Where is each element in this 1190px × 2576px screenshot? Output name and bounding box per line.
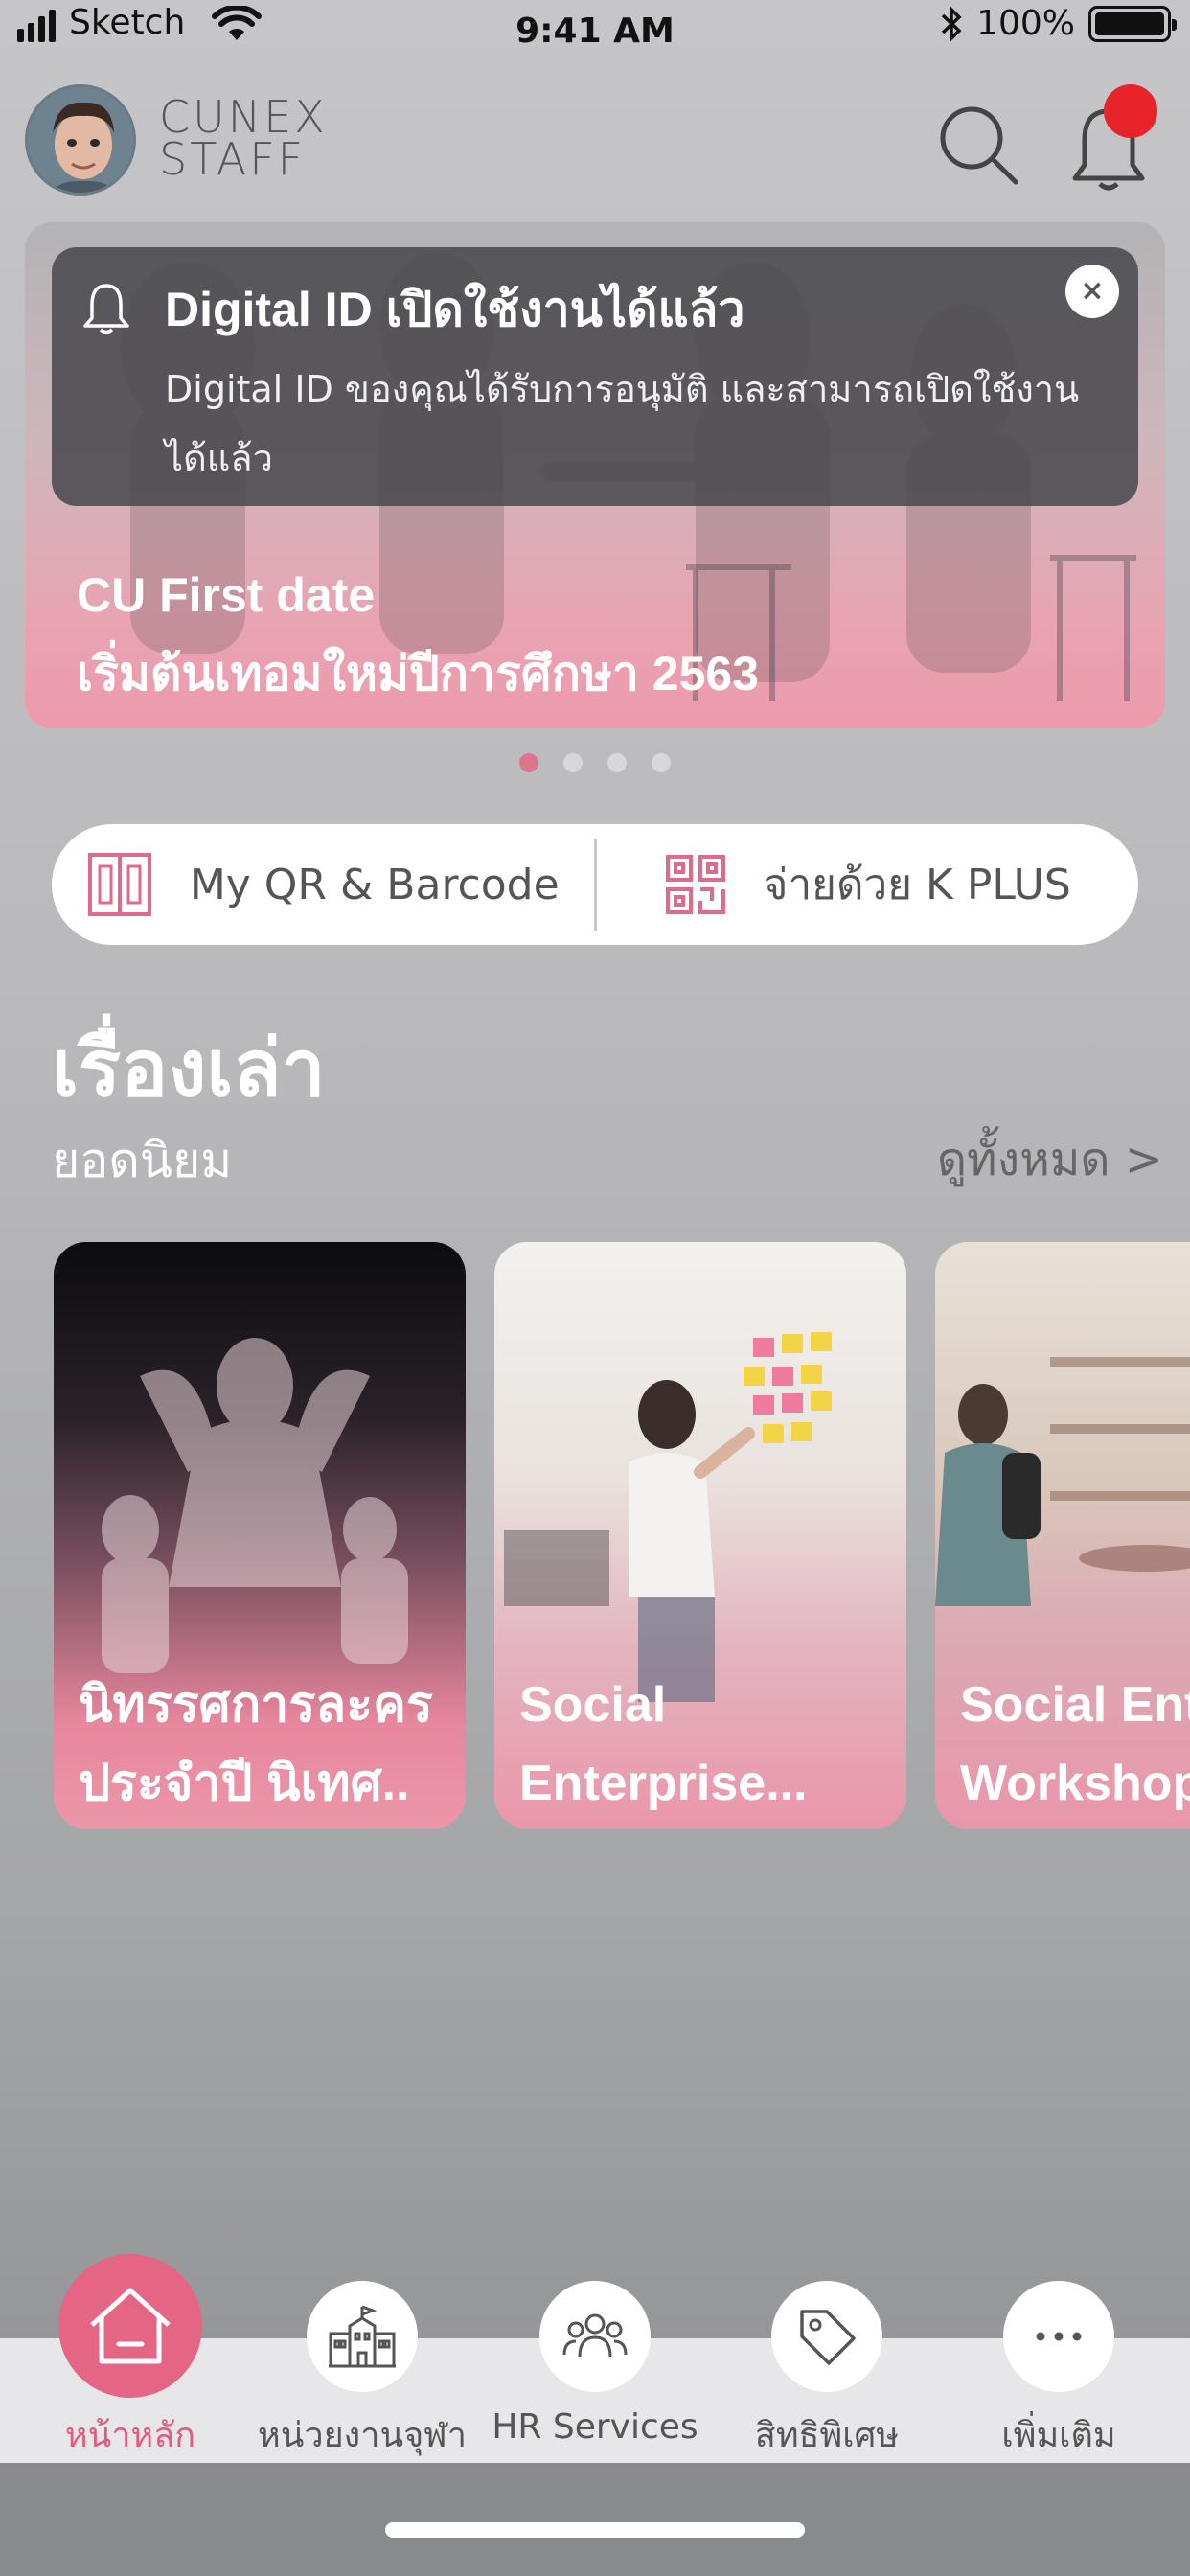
tab-privileges-circle [771, 2281, 882, 2392]
tab-departments-label: หน่วยงานจุฬา [258, 2416, 467, 2455]
story-card[interactable]: Social Enterprise... [494, 1242, 906, 1828]
tab-more-circle [1003, 2281, 1114, 2392]
story-title: นิทรรศการละคร ประจำปี นิเทศ.. [79, 1677, 433, 1811]
banner-title: CU First date เริ่มต้นเทอมใหม่ปีการศึกษา… [77, 568, 760, 701]
notification-button[interactable] [1065, 84, 1157, 194]
tab-more-label: เพิ่มเติม [1001, 2416, 1116, 2455]
story-card[interactable]: Social Ente Workshop [935, 1242, 1190, 1828]
tag-icon [800, 2310, 856, 2365]
home-icon [90, 2288, 171, 2364]
page-dot[interactable] [607, 753, 627, 772]
tab-hr-services[interactable]: HR Services [480, 2281, 710, 2447]
bottom-area [0, 2463, 1190, 2576]
close-icon: × [1080, 274, 1105, 308]
tab-departments[interactable]: หน่วยงานจุฬา [247, 2281, 477, 2462]
pay-kplus-button[interactable]: จ่ายด้วย K PLUS [597, 824, 1139, 945]
banner-pagination [0, 753, 1190, 772]
search-icon [940, 106, 1018, 185]
section-subtitle: ยอดนิยม [52, 1133, 233, 1188]
qr-card-icon [87, 853, 151, 916]
tab-hr-circle [539, 2281, 651, 2392]
bell-icon [83, 284, 129, 334]
quick-actions-bar: My QR & Barcode จ่ายด้วย K PLUS [52, 824, 1138, 945]
app-header: CUNEX STAFF [25, 84, 1165, 197]
my-qr-barcode-button[interactable]: My QR & Barcode [52, 824, 594, 945]
see-all-link[interactable]: ดูทั้งหมด > [937, 1123, 1163, 1196]
pay-kplus-label: จ่ายด้วย K PLUS [763, 861, 1071, 909]
story-title: Social Enterprise... [519, 1677, 808, 1811]
tab-home-circle [58, 2254, 202, 2398]
app-logo: CUNEX STAFF [159, 91, 328, 185]
my-qr-barcode-label: My QR & Barcode [189, 860, 560, 909]
tab-hr-label: HR Services [492, 2407, 698, 2447]
story-title: Social Ente Workshop [960, 1677, 1190, 1811]
people-icon [562, 2313, 628, 2358]
page-dot[interactable] [563, 753, 583, 772]
bluetooth-icon [941, 5, 962, 42]
tab-departments-circle [307, 2281, 418, 2392]
page-dot-active[interactable] [519, 753, 538, 772]
search-button[interactable] [935, 102, 1021, 188]
status-bar: Sketch 9:41 AM 100% [0, 0, 1190, 67]
qr-code-icon [665, 855, 725, 914]
notification-badge [1104, 84, 1157, 138]
story-carousel[interactable]: นิทรรศการละคร ประจำปี นิเทศ.. Social Ent… [54, 1242, 1190, 1828]
story-card[interactable]: นิทรรศการละคร ประจำปี นิเทศ.. [54, 1242, 466, 1828]
tab-privileges[interactable]: สิทธิพิเศษ [712, 2281, 942, 2462]
tab-home-label: หน้าหลัก [64, 2416, 196, 2455]
building-icon [329, 2305, 396, 2368]
toast-title: Digital ID เปิดใช้งานได้แล้ว [165, 283, 745, 336]
tab-privileges-label: สิทธิพิเศษ [754, 2416, 900, 2455]
toast-body: Digital ID ของคุณได้รับการอนุมัติ และสาม… [165, 368, 1080, 479]
digital-id-toast[interactable]: Digital ID เปิดใช้งานได้แล้ว Digital ID … [52, 247, 1138, 506]
battery-icon [1088, 5, 1177, 42]
page-dot[interactable] [652, 753, 671, 772]
avatar[interactable] [25, 84, 136, 196]
more-icon [1036, 2332, 1082, 2341]
tab-more[interactable]: เพิ่มเติม [944, 2281, 1174, 2462]
section-title: เรื่องเล่า [52, 1025, 326, 1113]
close-button[interactable]: × [1065, 264, 1119, 318]
tab-home[interactable]: หน้าหลัก [15, 2254, 245, 2462]
battery-percent: 100% [976, 4, 1075, 43]
home-indicator[interactable] [385, 2522, 805, 2538]
